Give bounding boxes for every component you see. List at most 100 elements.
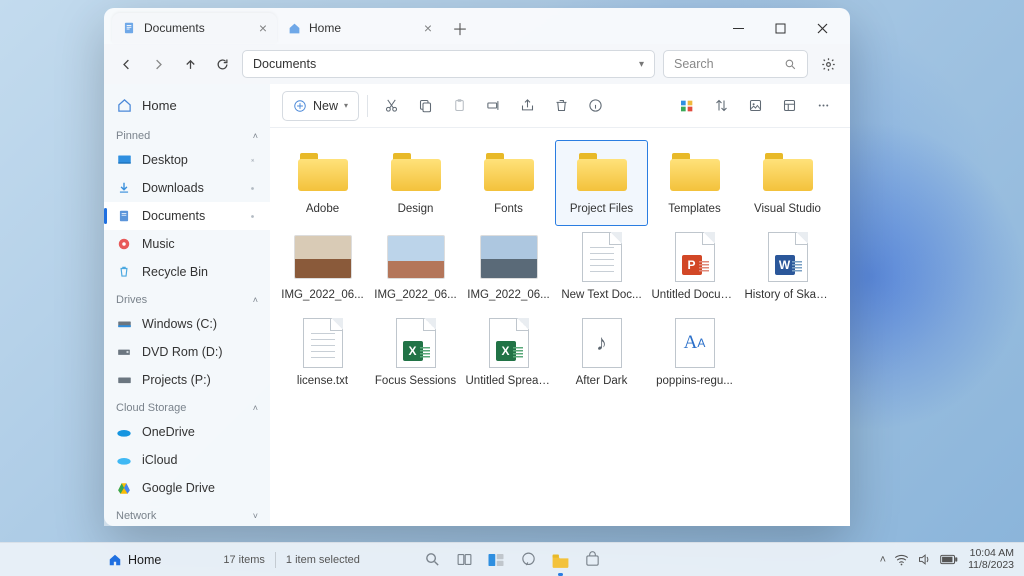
sidebar-item-drive-p[interactable]: Projects (P:): [104, 366, 270, 394]
grid-item[interactable]: license.txt: [276, 312, 369, 398]
grid-item[interactable]: ♪After Dark: [555, 312, 648, 398]
explorer-icon[interactable]: [549, 549, 571, 571]
search-icon[interactable]: [421, 549, 443, 571]
grid-item[interactable]: IMG_2022_06...: [369, 226, 462, 312]
cut-button[interactable]: [376, 91, 406, 121]
chevron-up-icon: ˄: [253, 403, 258, 413]
sidebar-item-music[interactable]: Music: [104, 230, 270, 258]
sidebar-item-drive-d[interactable]: DVD Rom (D:): [104, 338, 270, 366]
tab-home[interactable]: Home ×: [277, 13, 442, 43]
up-button[interactable]: [178, 52, 202, 76]
drive-icon: [116, 316, 132, 332]
battery-icon[interactable]: [940, 554, 958, 565]
sidebar-item-documents[interactable]: Documents: [104, 202, 270, 230]
txt-icon: [573, 233, 631, 281]
sort-button[interactable]: [672, 91, 702, 121]
file-grid[interactable]: AdobeDesignFontsProject FilesTemplates Vi…: [270, 128, 850, 526]
sidebar-cloud-header[interactable]: Cloud Storage˄: [104, 394, 270, 418]
rename-button[interactable]: [478, 91, 508, 121]
pin-icon[interactable]: [247, 155, 258, 166]
item-label: Untitled Spreads...: [466, 375, 552, 387]
sidebar-item-icloud[interactable]: iCloud: [104, 446, 270, 474]
pin-icon[interactable]: [247, 183, 258, 194]
copy-button[interactable]: [410, 91, 440, 121]
grid-item[interactable]: XFocus Sessions: [369, 312, 462, 398]
back-button[interactable]: [114, 52, 138, 76]
content-pane: New ▾ AdobeDesignFontsProject FilesTempl…: [270, 84, 850, 526]
sidebar-item-gdrive[interactable]: Google Drive: [104, 474, 270, 502]
delete-button[interactable]: [546, 91, 576, 121]
grid-item[interactable]: PUntitled Docum...: [648, 226, 741, 312]
sidebar-item-drive-c[interactable]: Windows (C:): [104, 310, 270, 338]
view-button[interactable]: [740, 91, 770, 121]
drive-icon: [116, 372, 132, 388]
pin-icon[interactable]: [247, 211, 258, 222]
layout-button[interactable]: [774, 91, 804, 121]
taskbar-center: [421, 549, 603, 571]
chevron-up-icon[interactable]: ˄: [880, 554, 886, 566]
sidebar-drives-header[interactable]: Drives˄: [104, 286, 270, 310]
volume-icon[interactable]: [917, 553, 932, 566]
close-window-button[interactable]: [802, 13, 842, 43]
photo1-icon: [294, 233, 352, 281]
sidebar-home-label: Home: [142, 98, 177, 113]
tab-label: Home: [309, 21, 341, 35]
path-input[interactable]: Documents ▾: [242, 50, 655, 78]
wifi-icon[interactable]: [894, 553, 909, 566]
tab-documents[interactable]: Documents ×: [112, 13, 277, 43]
clock[interactable]: 10:04 AM 11/8/2023: [968, 548, 1014, 571]
paste-button[interactable]: [444, 91, 474, 121]
sidebar-item-desktop[interactable]: Desktop: [104, 146, 270, 174]
taskbar: Home 17 items 1 item selected ˄ 10:04 AM…: [0, 542, 1024, 576]
item-label: IMG_2022_06...: [466, 289, 552, 301]
grid-item[interactable]: X Untitled Spreads...: [462, 312, 555, 398]
sidebar-item-downloads[interactable]: Downloads: [104, 174, 270, 202]
grid-item[interactable]: Project Files: [555, 140, 648, 226]
grid-item[interactable]: IMG_2022_06...: [462, 226, 555, 312]
system-tray[interactable]: ˄: [880, 553, 958, 566]
info-button[interactable]: [580, 91, 610, 121]
grid-item[interactable]: Fonts: [462, 140, 555, 226]
maximize-button[interactable]: [760, 13, 800, 43]
sort-order-button[interactable]: [706, 91, 736, 121]
item-label: Visual Studio: [745, 203, 831, 215]
task-view-icon[interactable]: [453, 549, 475, 571]
search-placeholder: Search: [674, 57, 714, 71]
item-count: 17 items: [223, 554, 265, 566]
new-button[interactable]: New ▾: [282, 91, 359, 121]
grid-item[interactable]: IMG_2022_06...: [276, 226, 369, 312]
store-icon[interactable]: [581, 549, 603, 571]
close-icon[interactable]: ×: [424, 20, 432, 36]
explorer-window: Documents × Home × ＋ Documents ▾ Search: [104, 8, 850, 526]
excel-icon: X: [480, 319, 538, 367]
grid-item[interactable]: WHistory of Skate...: [741, 226, 834, 312]
grid-item[interactable]: Design: [369, 140, 462, 226]
sidebar-item-recycle-bin[interactable]: Recycle Bin: [104, 258, 270, 286]
grid-item[interactable]: Adobe: [276, 140, 369, 226]
refresh-button[interactable]: [210, 52, 234, 76]
sidebar-pinned-header[interactable]: Pinned˄: [104, 122, 270, 146]
item-label: license.txt: [280, 375, 366, 387]
forward-button[interactable]: [146, 52, 170, 76]
home-icon: [287, 21, 301, 35]
settings-button[interactable]: [816, 52, 840, 76]
search-input[interactable]: Search: [663, 50, 808, 78]
chevron-down-icon[interactable]: ▾: [639, 59, 644, 70]
close-icon[interactable]: ×: [259, 20, 267, 36]
music-icon: ♪: [573, 319, 631, 367]
grid-item[interactable]: Templates: [648, 140, 741, 226]
sidebar-network-header[interactable]: Network˅: [104, 502, 270, 526]
minimize-button[interactable]: [718, 13, 758, 43]
widgets-icon[interactable]: [485, 549, 507, 571]
more-button[interactable]: [808, 91, 838, 121]
new-tab-button[interactable]: ＋: [448, 16, 472, 40]
chat-icon[interactable]: [517, 549, 539, 571]
sidebar-home[interactable]: Home: [104, 88, 270, 122]
sidebar-item-onedrive[interactable]: OneDrive: [104, 418, 270, 446]
taskbar-home[interactable]: Home: [108, 553, 161, 567]
share-button[interactable]: [512, 91, 542, 121]
grid-item[interactable]: AApoppins-regu...: [648, 312, 741, 398]
grid-item[interactable]: New Text Doc...: [555, 226, 648, 312]
music-icon: [116, 236, 132, 252]
grid-item[interactable]: Visual Studio: [741, 140, 834, 226]
